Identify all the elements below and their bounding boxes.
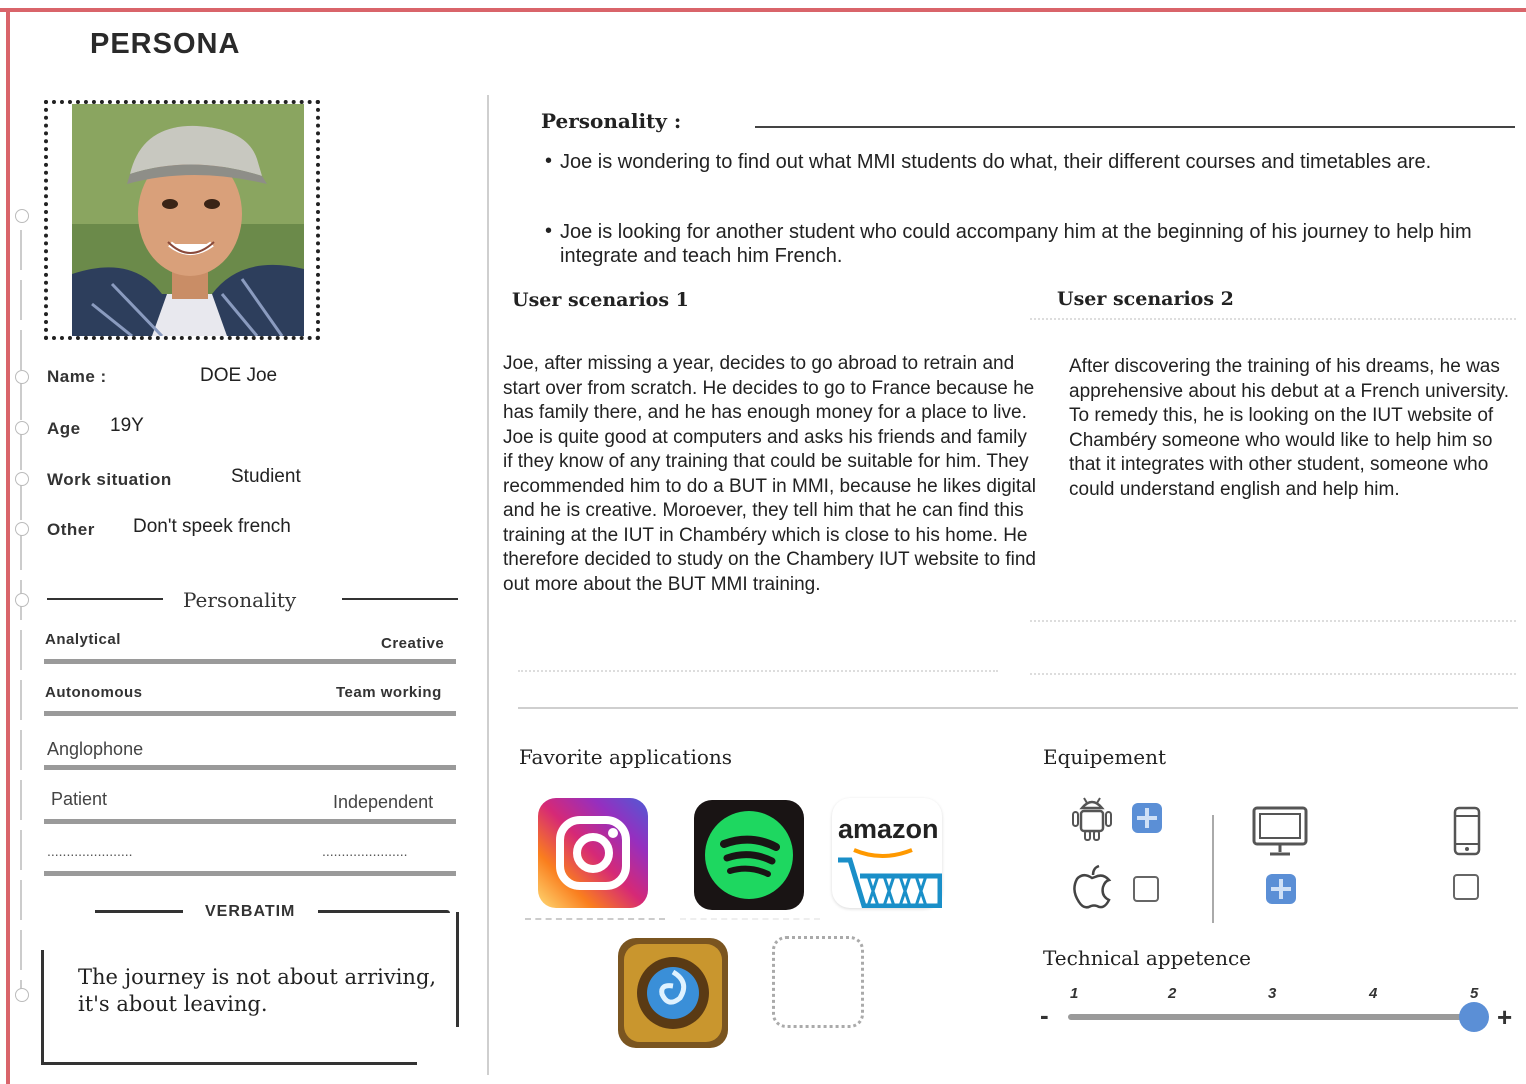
- tick-label: 4: [1369, 985, 1378, 1002]
- verbatim-heading: VERBATIM: [205, 903, 296, 920]
- dotted-line: [525, 918, 665, 920]
- hearthstone-icon[interactable]: [618, 938, 728, 1048]
- trait-left-anglophone: Anglophone: [47, 739, 144, 759]
- page-title: PERSONA: [90, 28, 241, 60]
- trait-right-creative: Creative: [381, 635, 445, 652]
- verbatim-quote-line1: The journey is not about arriving,: [78, 965, 437, 989]
- scenario-1-text: Joe, after missing a year, decides to go…: [503, 353, 1037, 595]
- divider: [95, 910, 183, 913]
- dotted-line: [518, 670, 998, 672]
- verbatim-border-right: [456, 912, 459, 1027]
- frame-top-border: [0, 8, 1526, 12]
- trait-slider[interactable]: [44, 659, 456, 664]
- name-label: Name :: [47, 367, 107, 386]
- timeline-dot: [15, 209, 29, 223]
- timeline-dot: [15, 988, 29, 1002]
- timeline-line: [20, 230, 22, 990]
- apple-icon: [1071, 864, 1113, 917]
- personality-heading: Personality :: [541, 109, 682, 133]
- other-label: Other: [47, 520, 95, 539]
- android-checkbox[interactable]: [1132, 803, 1162, 833]
- dotted-line: [1030, 318, 1516, 320]
- smartphone-checkbox[interactable]: [1453, 874, 1479, 900]
- age-label: Age: [47, 419, 81, 438]
- divider: [342, 598, 458, 600]
- bullet-icon: •: [545, 220, 553, 242]
- plus-label: +: [1497, 1002, 1513, 1032]
- bullet-icon: •: [545, 150, 553, 172]
- equipment-divider: [1212, 815, 1214, 923]
- android-icon: [1070, 792, 1114, 847]
- divider: [47, 598, 163, 600]
- scenario-2-heading: User scenarios 2: [1057, 288, 1234, 310]
- tick-label: 1: [1070, 985, 1079, 1002]
- timeline-dot: [15, 593, 29, 607]
- dotted-line: [680, 918, 820, 920]
- personality-bullet: Joe is looking for another student who c…: [560, 221, 1472, 267]
- dotted-line: [1030, 673, 1516, 675]
- trait-left-autonomous: Autonomous: [45, 684, 143, 701]
- verbatim-border-left: [41, 950, 44, 1065]
- smartphone-icon: [1453, 806, 1481, 861]
- technical-slider-track[interactable]: [1068, 1014, 1470, 1020]
- timeline-dot: [15, 472, 29, 486]
- dotted-line: [1030, 620, 1516, 622]
- column-divider: [487, 95, 489, 1075]
- scenario-2-text: After discovering the training of his dr…: [1069, 356, 1510, 500]
- tick-label: 5: [1470, 985, 1479, 1002]
- apps-heading: Favorite applications: [519, 745, 733, 769]
- trait-slider[interactable]: [44, 871, 456, 876]
- verbatim-border-bottom: [41, 1062, 417, 1065]
- trait-slider[interactable]: [44, 765, 456, 770]
- technical-appetence-heading: Technical appetence: [1043, 946, 1252, 970]
- trait-slider[interactable]: [44, 711, 456, 716]
- personality-traits-heading: Personality: [183, 588, 297, 612]
- timeline-dot: [15, 421, 29, 435]
- instagram-icon[interactable]: [538, 798, 648, 908]
- empty-app-slot[interactable]: [772, 936, 864, 1028]
- amazon-icon[interactable]: amazon: [832, 798, 942, 908]
- tick-label: 3: [1268, 985, 1277, 1002]
- tick-label: 2: [1168, 985, 1177, 1002]
- computer-checkbox[interactable]: [1266, 874, 1296, 904]
- equipment-heading: Equipement: [1043, 745, 1167, 769]
- trait-right-blank: ......................: [322, 843, 408, 859]
- trait-left-blank: ......................: [47, 843, 133, 859]
- trait-left-patient: Patient: [51, 789, 108, 809]
- frame-left-border: [6, 8, 10, 1084]
- age-value: 19Y: [110, 415, 144, 436]
- technical-slider-thumb[interactable]: [1459, 1002, 1489, 1032]
- name-value: DOE Joe: [200, 365, 278, 386]
- timeline-dot: [15, 522, 29, 536]
- divider: [318, 910, 450, 913]
- divider: [755, 126, 1515, 128]
- minus-label: -: [1040, 1000, 1049, 1030]
- trait-right-independent: Independent: [333, 792, 434, 812]
- personality-bullet: Joe is wondering to find out what MMI st…: [560, 151, 1432, 173]
- trait-left-analytical: Analytical: [45, 631, 121, 648]
- persona-photo: [72, 104, 304, 336]
- work-situation-value: Studient: [231, 466, 301, 487]
- spotify-icon[interactable]: [694, 800, 804, 910]
- scenario-1-heading: User scenarios 1: [512, 289, 689, 311]
- trait-right-team-working: Team working: [336, 684, 442, 701]
- trait-slider[interactable]: [44, 819, 456, 824]
- section-divider: [518, 707, 1518, 709]
- work-situation-label: Work situation: [47, 470, 172, 489]
- verbatim-quote-line2: it's about leaving.: [78, 992, 268, 1016]
- other-value: Don't speek french: [133, 516, 291, 537]
- timeline-dot: [15, 370, 29, 384]
- computer-icon: [1252, 806, 1308, 863]
- apple-checkbox[interactable]: [1133, 876, 1159, 902]
